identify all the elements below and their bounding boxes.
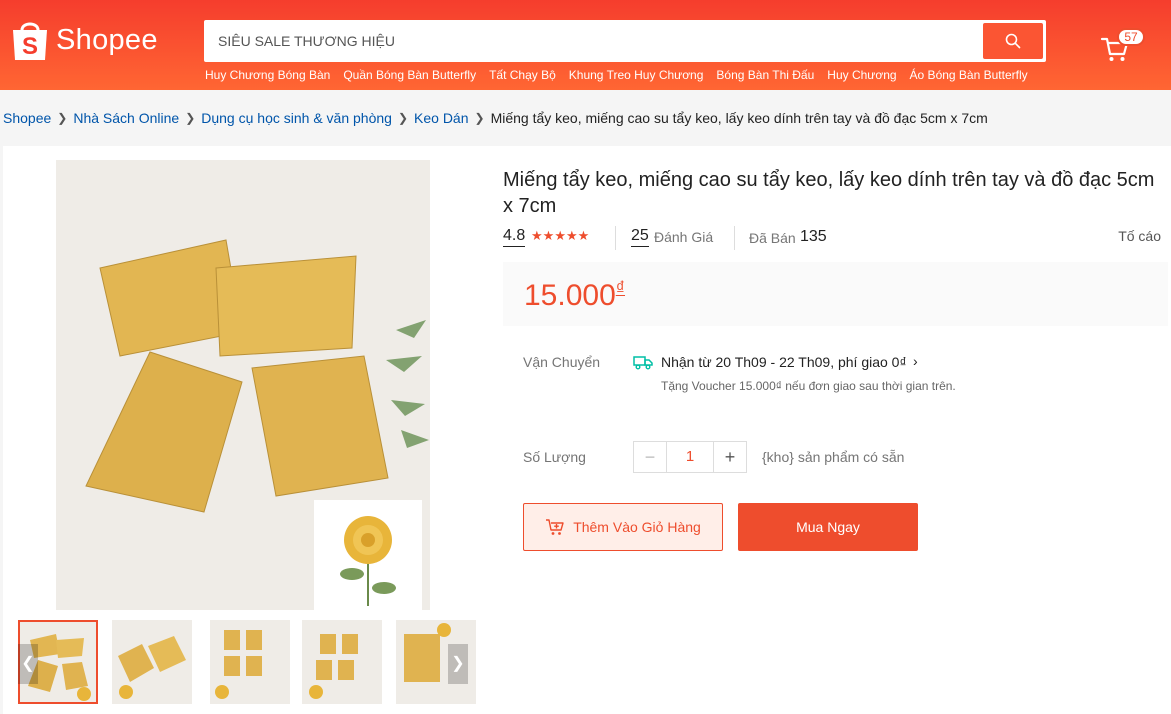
chevron-left-icon[interactable]: ❮ xyxy=(18,644,38,684)
divider xyxy=(615,226,616,250)
product-main-image[interactable] xyxy=(56,160,430,610)
thumbnail-photo xyxy=(210,620,290,704)
chevron-right-icon: ❯ xyxy=(57,111,68,125)
shopee-bag-icon: S xyxy=(13,22,47,60)
star-icon: ★ xyxy=(577,228,590,243)
shipping-voucher-note: Tặng Voucher 15.000₫ nếu đơn giao sau th… xyxy=(661,379,956,393)
star-icon: ★ xyxy=(542,228,555,243)
product-price: 15.000₫ xyxy=(524,278,625,313)
thumbnail-image[interactable] xyxy=(302,620,382,704)
reviews-label: Đánh Giá xyxy=(654,229,714,245)
brand-name: Shopee xyxy=(56,23,158,56)
truck-icon xyxy=(633,356,653,370)
chevron-right-icon: ❯ xyxy=(397,111,409,125)
sold-label: Đã Bán xyxy=(749,230,796,246)
breadcrumb: Shopee ❯ Nhà Sách Online ❯ Dụng cụ học s… xyxy=(3,110,988,126)
buy-now-button[interactable]: Mua Ngay xyxy=(738,503,918,551)
report-link[interactable]: Tố cáo xyxy=(1118,228,1161,244)
thumbnail-photo xyxy=(302,620,382,704)
shopee-logo[interactable]: S Shopee xyxy=(10,18,158,62)
breadcrumb-link[interactable]: Keo Dán xyxy=(414,110,468,126)
plus-icon[interactable]: + xyxy=(714,442,746,472)
search-bar xyxy=(204,20,1046,62)
shipping-estimate[interactable]: Nhận từ 20 Th09 - 22 Th09, phí giao 0₫ xyxy=(661,354,907,370)
price-value: 15.000 xyxy=(524,279,616,312)
thumbnail-strip: ❮ ❯ xyxy=(18,620,476,704)
search-input[interactable] xyxy=(204,20,974,62)
thumbnail-photo xyxy=(112,620,192,704)
suggestion-link[interactable]: Huy Chương xyxy=(827,68,896,82)
stock-text: {kho} sản phẩm có sẵn xyxy=(762,449,905,465)
chevron-right-icon[interactable]: ❯ xyxy=(448,644,468,684)
star-icon: ★ xyxy=(554,228,566,243)
product-title: Miếng tẩy keo, miếng cao su tẩy keo, lấy… xyxy=(503,169,1155,217)
quantity-stepper: − 1 + xyxy=(633,441,747,473)
chevron-right-icon: ❯ xyxy=(185,111,196,125)
eraser-photo xyxy=(56,160,430,610)
add-to-cart-label: Thêm Vào Giỏ Hàng xyxy=(573,519,701,535)
chevron-right-icon: ❯ xyxy=(474,111,485,125)
price-section: 15.000₫ xyxy=(503,262,1168,326)
cart-count-badge: 57 xyxy=(1117,28,1145,46)
svg-text:S: S xyxy=(22,33,38,60)
thumbnail-image[interactable] xyxy=(112,620,192,704)
chevron-right-icon[interactable]: › xyxy=(913,353,918,369)
rating-value[interactable]: 4.8 xyxy=(503,226,526,247)
search-button[interactable] xyxy=(983,23,1043,59)
quantity-label: Số Lượng xyxy=(523,449,586,465)
divider xyxy=(734,226,735,250)
suggestion-link[interactable]: Khung Treo Huy Chương xyxy=(569,68,704,82)
thumbnail-image[interactable] xyxy=(210,620,290,704)
minus-icon[interactable]: − xyxy=(634,442,666,472)
cart-add-icon xyxy=(546,519,564,535)
reviews-count[interactable]: 25 xyxy=(631,226,649,247)
suggestion-link[interactable]: Tất Chạy Bộ xyxy=(489,68,556,82)
breadcrumb-link[interactable]: Nhà Sách Online xyxy=(73,110,179,126)
product-stats: 4.8 ★★★★★ 25 Đánh Giá Đã Bán 135 Tố cáo xyxy=(503,226,1163,250)
shipping-label: Vận Chuyển xyxy=(523,354,601,370)
breadcrumb-link[interactable]: Dụng cụ học sinh & văn phòng xyxy=(201,110,392,126)
quantity-input[interactable]: 1 xyxy=(666,442,714,472)
breadcrumb-link[interactable]: Shopee xyxy=(3,110,51,126)
suggestion-link[interactable]: Huy Chương Bóng Bàn xyxy=(205,68,330,82)
suggestion-link[interactable]: Bóng Bàn Thi Đấu xyxy=(716,68,814,82)
add-to-cart-button[interactable]: Thêm Vào Giỏ Hàng xyxy=(523,503,723,551)
top-header: S Shopee 57 Huy Chương Bóng Bàn Quần Bón… xyxy=(0,0,1171,90)
sold-count: 135 xyxy=(800,228,827,245)
star-icon: ★ xyxy=(565,228,578,243)
breadcrumb-current: Miếng tẩy keo, miếng cao su tẩy keo, lấy… xyxy=(490,110,988,126)
search-suggestions: Huy Chương Bóng Bàn Quần Bóng Bàn Butter… xyxy=(205,68,1028,82)
star-icon: ★ xyxy=(531,228,543,243)
currency-symbol: ₫ xyxy=(615,278,626,298)
rating-stars: ★★★★★ xyxy=(531,228,589,244)
suggestion-link[interactable]: Áo Bóng Bàn Butterfly xyxy=(910,68,1028,82)
search-icon xyxy=(1005,33,1021,49)
suggestion-link[interactable]: Quần Bóng Bàn Butterfly xyxy=(343,68,476,82)
